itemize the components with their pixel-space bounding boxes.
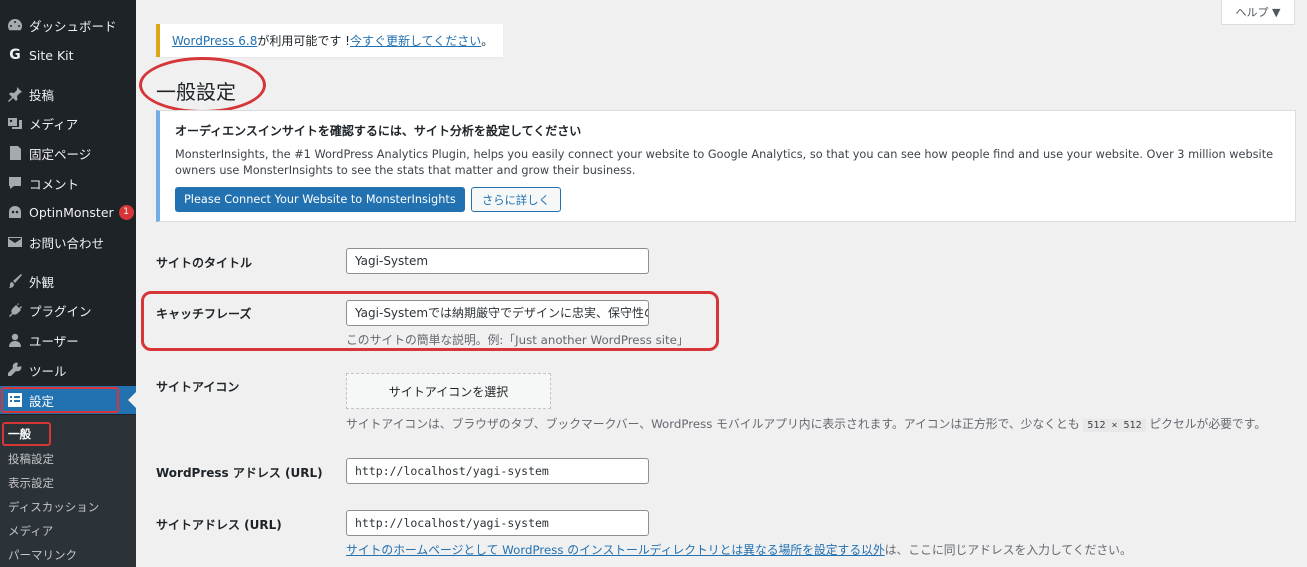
plugin-icon [7, 302, 23, 318]
update-notice-text: が利用可能です ! [257, 34, 350, 48]
notice-heading: オーディエンスインサイトを確認するには、サイト分析を設定してください [175, 124, 582, 138]
active-arrow [128, 392, 136, 408]
wp-address-label: WordPress アドレス (URL) [156, 466, 323, 480]
menu-plugins-label: プラグイン [29, 303, 92, 319]
wp-address-input[interactable]: http://localhost/yagi-system [346, 458, 649, 484]
tagline-annotation-box [141, 291, 719, 351]
menu-sitekit-label: Site Kit [29, 47, 74, 63]
submenu-media[interactable]: メディア [8, 523, 53, 539]
menu-tools-label: ツール [29, 363, 67, 379]
wordpress-version-link[interactable]: WordPress 6.8 [172, 34, 257, 48]
menu-users-label: ユーザー [29, 333, 79, 349]
submenu-writing[interactable]: 投稿設定 [8, 451, 54, 467]
site-address-help-link[interactable]: サイトのホームページとして WordPress のインストールディレクトリとは異… [346, 543, 885, 557]
site-title-label: サイトのタイトル [156, 256, 253, 270]
page-icon [7, 145, 23, 161]
monsterinsights-notice: オーディエンスインサイトを確認するには、サイト分析を設定してください Monst… [156, 110, 1296, 222]
menu-sitekit[interactable]: G Site Kit [0, 41, 136, 69]
menu-tools[interactable]: ツール [0, 356, 136, 384]
menu-posts[interactable]: 投稿 [0, 80, 136, 108]
title-annotation-circle [139, 57, 266, 113]
menu-optinmonster-label: OptinMonster [29, 204, 114, 220]
wrench-icon [7, 362, 23, 378]
icon-size-code: 512 × 512 [1083, 419, 1146, 432]
notification-badge: 1 [118, 204, 134, 220]
user-icon [7, 332, 23, 348]
select-site-icon-button[interactable]: サイトアイコンを選択 [346, 373, 551, 409]
submenu-reading[interactable]: 表示設定 [8, 475, 54, 491]
comment-icon [7, 175, 23, 191]
menu-media[interactable]: メディア [0, 109, 136, 137]
menu-posts-label: 投稿 [29, 87, 55, 103]
site-icon-description: サイトアイコンは、ブラウザのタブ、ブックマークバー、WordPress モバイル… [346, 415, 1266, 432]
update-now-link[interactable]: 今すぐ更新してください [350, 32, 481, 49]
menu-appearance-label: 外観 [29, 274, 55, 290]
menu-dashboard-label: ダッシュボード [29, 18, 117, 34]
site-title-input[interactable]: Yagi-System [346, 248, 649, 274]
optinmonster-icon [7, 204, 23, 220]
menu-appearance[interactable]: 外観 [0, 267, 136, 295]
menu-contact-label: お問い合わせ [29, 235, 105, 251]
site-address-desc-after: は、ここに同じアドレスを入力してください。 [884, 543, 1132, 557]
menu-dashboard[interactable]: ダッシュボード [0, 11, 136, 39]
site-icon-desc-after: ピクセルが必要です。 [1145, 417, 1267, 431]
site-address-input[interactable]: http://localhost/yagi-system [346, 510, 649, 536]
settings-highlight [1, 387, 119, 413]
update-notice-end: 。 [481, 34, 494, 48]
menu-pages-label: 固定ページ [29, 146, 92, 162]
menu-comments[interactable]: コメント [0, 169, 136, 197]
sitekit-icon: G [9, 47, 21, 63]
connect-monsterinsights-button[interactable]: Please Connect Your Website to MonsterIn… [175, 187, 465, 212]
submenu-discussion[interactable]: ディスカッション [8, 499, 99, 515]
menu-pages[interactable]: 固定ページ [0, 139, 136, 167]
menu-contact[interactable]: お問い合わせ [0, 228, 136, 256]
site-icon-desc-before: サイトアイコンは、ブラウザのタブ、ブックマークバー、WordPress モバイル… [346, 417, 1084, 431]
admin-sidebar: ダッシュボード G Site Kit 投稿 メディア 固定ページ コメント Op… [0, 0, 136, 567]
brush-icon [7, 273, 23, 289]
menu-comments-label: コメント [29, 176, 80, 192]
pin-icon [7, 86, 23, 102]
site-address-label: サイトアドレス (URL) [156, 518, 282, 532]
site-icon-label: サイトアイコン [156, 380, 240, 394]
menu-users[interactable]: ユーザー [0, 326, 136, 354]
menu-media-label: メディア [29, 116, 79, 132]
general-highlight [2, 422, 51, 446]
learn-more-button[interactable]: さらに詳しく [471, 187, 561, 212]
dashboard-icon [7, 17, 23, 33]
help-tab-button[interactable]: ヘルプ ▼ [1221, 0, 1295, 25]
update-notice: WordPress 6.8 が利用可能です ! 今すぐ更新してください。 [156, 24, 503, 57]
menu-plugins[interactable]: プラグイン [0, 296, 136, 324]
mail-icon [7, 234, 23, 250]
submenu-permalinks[interactable]: パーマリンク [8, 547, 77, 563]
media-icon [7, 115, 23, 131]
site-address-description: サイトのホームページとして WordPress のインストールディレクトリとは異… [346, 541, 1132, 558]
menu-optinmonster[interactable]: OptinMonster 1 [0, 198, 136, 226]
notice-body: MonsterInsights, the #1 WordPress Analyt… [175, 148, 1274, 177]
